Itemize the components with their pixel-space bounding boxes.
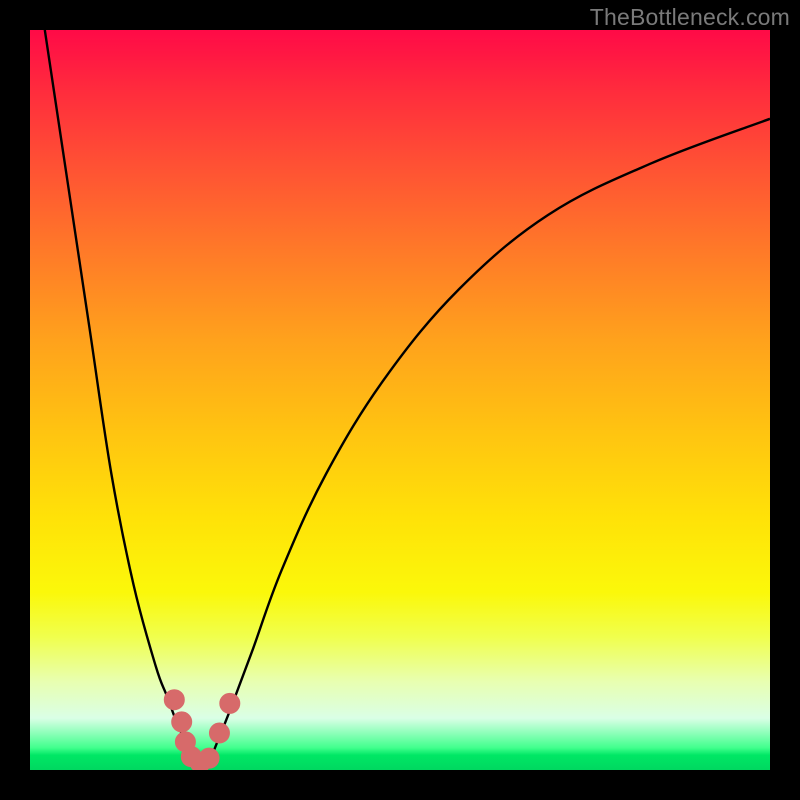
- curve-right: [208, 119, 770, 767]
- data-marker: [209, 723, 229, 743]
- data-marker: [164, 690, 184, 710]
- plot-area: [30, 30, 770, 770]
- curve-left: [45, 30, 200, 766]
- data-marker: [199, 748, 219, 768]
- chart-frame: TheBottleneck.com: [0, 0, 800, 800]
- data-marker: [220, 693, 240, 713]
- data-marker: [172, 712, 192, 732]
- chart-svg: [30, 30, 770, 770]
- marker-group: [164, 690, 240, 770]
- watermark-text: TheBottleneck.com: [590, 4, 790, 31]
